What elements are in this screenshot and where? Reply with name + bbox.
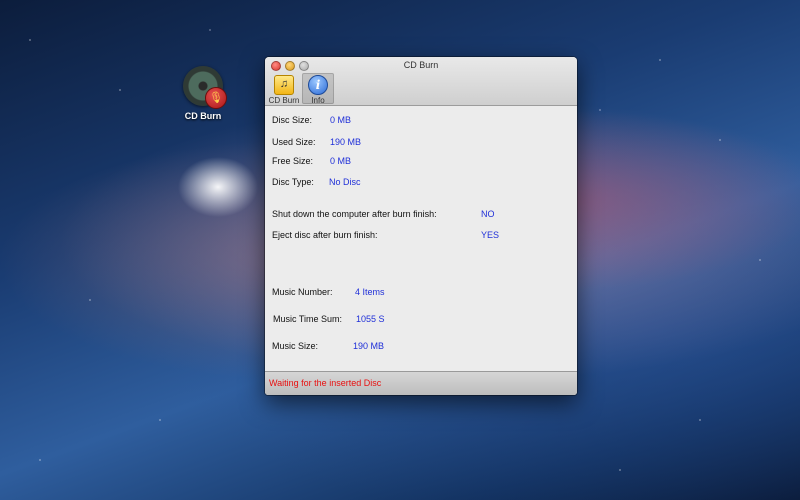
eject-option-label: Eject disc after burn finish: (272, 230, 378, 240)
free-size-value: 0 MB (330, 156, 352, 166)
free-size-label: Free Size: (272, 156, 314, 166)
cd-burn-app-icon: 🎙 (183, 66, 227, 109)
music-size-row: Music Size: 190 MB (272, 341, 384, 351)
used-size-value: 190 MB (330, 137, 362, 147)
desktop: 🎙 CD Burn CD Burn ♫ CD Burn i Info Disc … (0, 0, 800, 500)
music-number-row: Music Number: 4 Items (272, 287, 385, 297)
shutdown-option-label: Shut down the computer after burn finish… (272, 209, 437, 219)
microphone-icon: 🎙 (205, 87, 227, 109)
disc-type-row: Disc Type: No Disc (272, 177, 361, 187)
music-number-label: Music Number: (272, 287, 333, 297)
disc-size-value: 0 MB (330, 115, 352, 125)
disc-type-label: Disc Type: (272, 177, 314, 187)
shutdown-option-row: Shut down the computer after burn finish… (272, 209, 495, 219)
disc-size-row: Disc Size: 0 MB (272, 115, 351, 125)
music-folder-icon: ♫ (274, 75, 294, 95)
cd-burn-window: CD Burn ♫ CD Burn i Info Disc Size: 0 MB… (265, 57, 577, 395)
music-time-row: Music Time Sum: 1055 S (273, 314, 385, 324)
status-bar: Waiting for the inserted Disc (265, 371, 577, 395)
status-message: Waiting for the inserted Disc (269, 378, 382, 388)
used-size-row: Used Size: 190 MB (272, 137, 361, 147)
shutdown-option-value[interactable]: NO (481, 209, 495, 219)
toolbar-cd-burn-label: CD Burn (268, 96, 300, 105)
window-title: CD Burn (403, 60, 439, 70)
eject-option-value[interactable]: YES (481, 230, 499, 240)
music-size-label: Music Size: (272, 341, 319, 351)
disc-size-label: Disc Size: (272, 115, 313, 125)
used-size-label: Used Size: (272, 137, 316, 147)
toolbar: ♫ CD Burn i Info (268, 73, 334, 105)
window-titlebar[interactable]: CD Burn ♫ CD Burn i Info (265, 57, 577, 106)
toolbar-info-button[interactable]: i Info (302, 73, 334, 105)
music-number-value: 4 Items (355, 287, 385, 297)
eject-option-row: Eject disc after burn finish: YES (272, 230, 499, 240)
info-icon: i (308, 75, 328, 95)
music-time-label: Music Time Sum: (273, 314, 343, 324)
music-size-value: 190 MB (353, 341, 385, 351)
desktop-icon-cd-burn[interactable]: 🎙 CD Burn (178, 66, 228, 121)
toolbar-cd-burn-button[interactable]: ♫ CD Burn (268, 73, 300, 105)
disc-type-value: No Disc (329, 177, 361, 187)
music-time-value: 1055 S (356, 314, 385, 324)
info-panel: Disc Size: 0 MB Used Size: 190 MB Free S… (265, 106, 577, 371)
toolbar-info-label: Info (311, 96, 325, 105)
desktop-icon-label: CD Burn (184, 111, 222, 121)
free-size-row: Free Size: 0 MB (272, 156, 351, 166)
